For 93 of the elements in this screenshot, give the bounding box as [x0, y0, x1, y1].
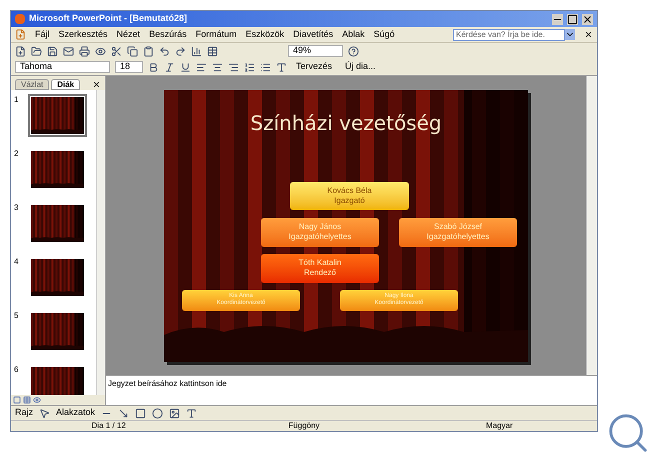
text-color-icon[interactable] — [186, 408, 198, 418]
bullet-list-icon[interactable] — [260, 62, 271, 72]
mail-icon[interactable] — [63, 46, 74, 56]
chart-icon[interactable] — [191, 46, 202, 56]
new-file-icon[interactable] — [15, 46, 26, 56]
pointer-icon[interactable] — [39, 408, 50, 418]
panel-tab[interactable]: Diák — [51, 79, 80, 90]
font-size-field[interactable]: 18 — [115, 61, 143, 73]
menu-item[interactable]: Eszközök — [246, 28, 284, 42]
slide-number: 5 — [14, 310, 20, 322]
status-text: Dia 1 / 12 — [90, 420, 127, 432]
menu-item[interactable]: Szerkesztés — [58, 28, 108, 42]
slide-preview-drawing — [31, 313, 84, 350]
slide-preview-drawing — [31, 367, 84, 395]
menu-item[interactable]: Diavetítés — [293, 28, 334, 42]
preview-icon[interactable] — [95, 46, 106, 56]
folder-icon[interactable] — [31, 46, 42, 56]
undo-icon[interactable] — [159, 46, 170, 56]
job-title: Igazgatóhelyettes — [288, 232, 352, 242]
slide-preview-drawing — [31, 151, 84, 188]
slide-number: 2 — [14, 148, 20, 160]
slide-thumbnail[interactable] — [28, 310, 87, 353]
slide-thumbnail[interactable] — [28, 364, 87, 395]
font-field[interactable]: Tahoma — [15, 61, 110, 73]
align-right-icon[interactable] — [228, 62, 239, 72]
menu-item[interactable]: Beszúrás — [149, 28, 187, 42]
menu-item[interactable]: Súgó — [374, 28, 395, 42]
numbered-list-icon[interactable] — [244, 62, 255, 72]
person-name: Nagy János — [298, 222, 342, 232]
align-left-icon[interactable] — [196, 62, 207, 72]
slide-number: 4 — [14, 256, 20, 268]
help-icon[interactable] — [348, 46, 359, 56]
printer-icon[interactable] — [79, 46, 90, 56]
zoom-field[interactable]: 49% — [288, 45, 343, 57]
slide-thumbnail[interactable] — [28, 94, 87, 137]
align-center-icon[interactable] — [212, 62, 223, 72]
slide-thumbnail[interactable] — [28, 202, 87, 245]
menu-item[interactable]: Formátum — [196, 28, 237, 42]
maximize-icon[interactable] — [567, 14, 578, 24]
menu-item[interactable]: Fájl — [35, 28, 50, 42]
document-icon — [15, 29, 26, 40]
dropdown-icon[interactable] — [565, 29, 575, 40]
normal-view-icon[interactable] — [13, 396, 21, 404]
scissors-icon[interactable] — [111, 46, 122, 56]
slideshow-icon[interactable] — [33, 396, 41, 404]
italic-icon[interactable] — [164, 62, 175, 72]
slide-preview-drawing — [31, 97, 84, 134]
shapes-menu[interactable]: Alakzatok — [56, 406, 96, 420]
scrollbar[interactable] — [96, 90, 105, 395]
panel-tab[interactable]: Vázlat — [15, 79, 50, 90]
close-icon[interactable] — [92, 80, 101, 89]
slide-title: Színházi vezetőség — [249, 110, 443, 136]
scrollbar[interactable] — [586, 76, 597, 375]
slide-preview-drawing — [31, 259, 84, 296]
slide-number: 6 — [14, 364, 20, 376]
rectangle-icon[interactable] — [135, 408, 146, 418]
job-title: Igazgatóhelyettes — [426, 232, 490, 242]
ellipse-icon[interactable] — [152, 408, 164, 418]
help-search-field[interactable]: Kérdése van? Írja be ide. — [453, 28, 565, 40]
copy-icon[interactable] — [127, 46, 138, 56]
status-text: Magyar — [484, 420, 514, 432]
person-name: Tóth Katalin — [298, 258, 342, 268]
font-color-icon[interactable] — [276, 62, 287, 72]
menu-item[interactable]: Nézet — [116, 28, 140, 42]
clipboard-icon[interactable] — [143, 46, 154, 56]
slide-thumbnail[interactable] — [28, 256, 87, 299]
minimize-icon[interactable] — [552, 14, 563, 24]
slide-preview-drawing — [31, 205, 84, 242]
job-title: Rendező — [304, 268, 336, 278]
menu-item[interactable]: Ablak — [342, 28, 365, 42]
person-name: Kovács Béla — [327, 186, 372, 196]
job-title: Igazgató — [334, 196, 365, 206]
sorter-view-icon[interactable] — [23, 396, 31, 404]
bold-icon[interactable] — [148, 62, 159, 72]
status-text: Függöny — [287, 420, 321, 432]
app-icon — [15, 14, 25, 24]
table-icon[interactable] — [207, 46, 218, 56]
underline-icon[interactable] — [180, 62, 191, 72]
design-button[interactable]: Tervezés — [292, 60, 336, 74]
window-title: Microsoft PowerPoint - [Bemutató28] — [29, 12, 188, 26]
slide-thumbnail[interactable] — [28, 148, 87, 191]
arrow-icon[interactable] — [118, 408, 130, 418]
notes-field[interactable]: Jegyzet beírásához kattintson ide — [106, 375, 597, 405]
close-icon[interactable] — [582, 14, 593, 24]
save-icon[interactable] — [47, 46, 58, 56]
slide-number: 1 — [14, 94, 20, 106]
new-slide-button[interactable]: Új dia... — [341, 60, 380, 74]
image-icon[interactable] — [169, 408, 180, 418]
person-name: Szabó József — [434, 222, 482, 232]
slide-number: 3 — [14, 202, 20, 214]
draw-menu[interactable]: Rajz — [15, 406, 34, 420]
close-icon[interactable] — [584, 30, 593, 39]
redo-icon[interactable] — [175, 46, 186, 56]
